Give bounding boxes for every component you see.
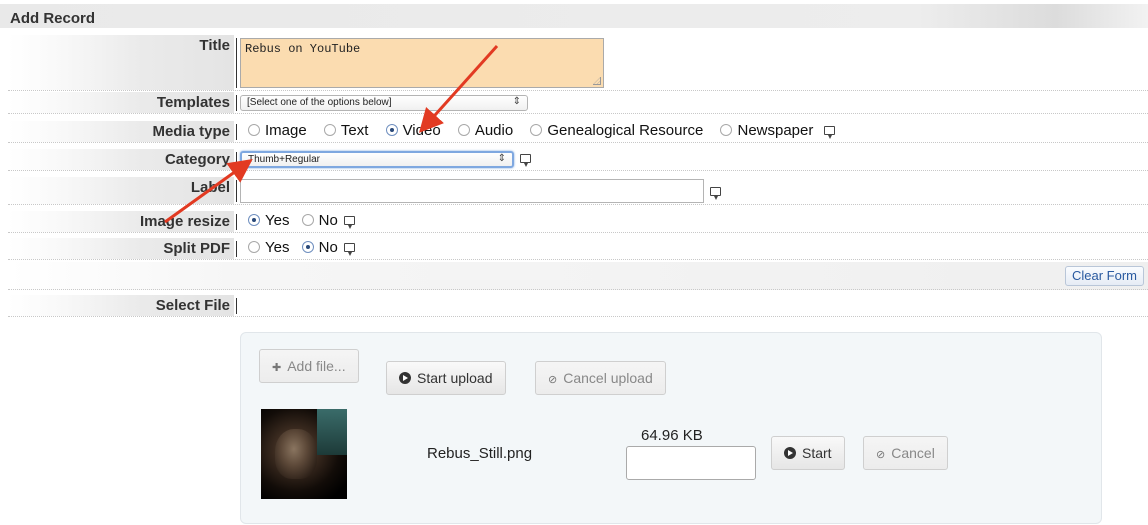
upload-panel: ✚ Add file... Start upload ⊘ Cancel upload… (240, 332, 1102, 524)
select-arrows-icon: ⇕ (497, 153, 506, 164)
separator (236, 95, 237, 111)
templates-select[interactable]: [Select one of the options below] ⇕ (240, 95, 528, 111)
help-bubble-icon[interactable] (710, 187, 721, 200)
upload-progress (626, 446, 756, 480)
media-type-newspaper[interactable]: Newspaper (720, 122, 813, 139)
templates-selected: [Select one of the options below] (247, 97, 392, 108)
split-pdf-no[interactable]: No (301, 239, 338, 256)
file-thumbnail (261, 409, 347, 499)
help-bubble-icon[interactable] (344, 216, 356, 229)
title-value: Rebus on YouTube (245, 42, 361, 56)
media-type-text[interactable]: Text (323, 122, 368, 139)
title-label: Title (8, 35, 234, 90)
category-label: Category (8, 149, 234, 170)
radio-checked-icon[interactable] (301, 241, 314, 253)
clear-form-button[interactable]: Clear Form (1064, 266, 1144, 286)
split-pdf-yes[interactable]: Yes (248, 239, 289, 256)
image-resize-radio-group: Yes No (248, 212, 356, 229)
separator (236, 124, 237, 140)
cancel-upload-button[interactable]: ⊘ Cancel upload (535, 361, 666, 395)
media-type-genealogical[interactable]: Genealogical Resource (530, 122, 703, 139)
row-select-file: Select File (8, 295, 1148, 317)
cancel-button[interactable]: ⊘ Cancel (863, 436, 948, 470)
file-name: Rebus_Still.png (427, 445, 533, 462)
label-input[interactable] (240, 179, 704, 203)
media-type-audio[interactable]: Audio (457, 122, 513, 139)
split-pdf-radio-group: Yes No (248, 239, 356, 256)
row-templates: Templates [Select one of the options bel… (8, 92, 1148, 114)
help-bubble-icon[interactable] (823, 126, 835, 139)
radio-checked-icon[interactable] (385, 124, 398, 136)
row-title: Title Rebus on YouTube (8, 35, 1148, 91)
file-size: 64.96 KB (641, 427, 703, 444)
upload-circle-icon (399, 372, 411, 384)
start-upload-button[interactable]: Start upload (386, 361, 506, 395)
media-type-label: Media type (8, 121, 234, 142)
start-button[interactable]: Start (771, 436, 845, 470)
row-media-type: Media type Image Text Video Audio Geneal… (8, 121, 1148, 143)
page-title: Add Record (10, 10, 96, 27)
separator (236, 214, 237, 230)
image-resize-no[interactable]: No (301, 212, 338, 229)
select-file-label: Select File (8, 295, 234, 316)
separator (236, 241, 237, 257)
row-label: Label (8, 177, 1148, 205)
radio-icon[interactable] (720, 124, 733, 136)
templates-label: Templates (8, 92, 234, 113)
row-clear (8, 262, 1148, 290)
plus-icon: ✚ (272, 362, 282, 374)
radio-icon[interactable] (457, 124, 470, 136)
image-resize-yes[interactable]: Yes (248, 212, 289, 229)
title-field[interactable]: Rebus on YouTube (240, 38, 604, 88)
radio-icon[interactable] (530, 124, 543, 136)
help-bubble-icon[interactable] (520, 154, 531, 167)
radio-checked-icon[interactable] (248, 214, 260, 226)
category-select[interactable]: Thumb+Regular ⇕ (240, 151, 514, 168)
header-bar: Add Record (0, 4, 1148, 28)
label-field-label: Label (8, 177, 234, 204)
row-category: Category Thumb+Regular ⇕ (8, 149, 1148, 171)
select-arrows-icon: ⇕ (512, 96, 521, 107)
cancel-circle-icon: ⊘ (876, 449, 886, 461)
separator (236, 180, 237, 202)
image-resize-label: Image resize (8, 211, 234, 232)
radio-icon[interactable] (248, 124, 260, 136)
cancel-circle-icon: ⊘ (548, 374, 558, 386)
radio-icon[interactable] (248, 241, 260, 253)
add-file-button[interactable]: ✚ Add file... (259, 349, 359, 383)
help-bubble-icon[interactable] (344, 243, 356, 256)
media-type-video[interactable]: Video (385, 122, 441, 139)
resize-grip-icon[interactable] (593, 77, 601, 85)
category-selected: Thumb+Regular (248, 154, 320, 165)
separator (236, 152, 237, 168)
separator (236, 38, 237, 88)
separator (236, 298, 237, 314)
row-image-resize: Image resize Yes No (8, 211, 1148, 233)
split-pdf-label: Split PDF (8, 238, 234, 259)
row-split-pdf: Split PDF Yes No (8, 238, 1148, 260)
media-type-radio-group: Image Text Video Audio Genealogical Reso… (248, 122, 835, 139)
media-type-image[interactable]: Image (248, 122, 307, 139)
radio-icon[interactable] (301, 214, 314, 226)
radio-icon[interactable] (323, 124, 336, 136)
play-circle-icon (784, 447, 796, 459)
